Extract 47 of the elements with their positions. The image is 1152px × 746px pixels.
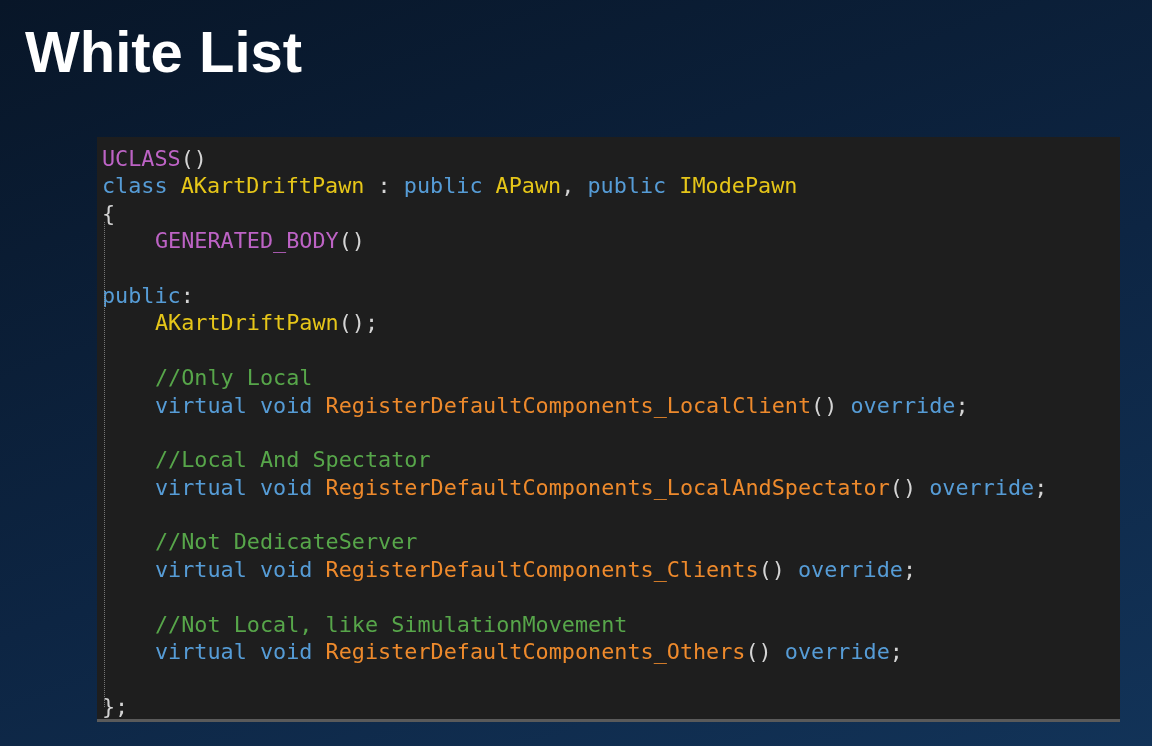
code-token: void xyxy=(258,638,313,666)
code-token: class xyxy=(102,172,168,200)
code-token: { xyxy=(102,199,116,228)
code-token: APawn xyxy=(494,172,562,200)
code-token: () xyxy=(180,145,207,173)
code-token: public xyxy=(402,172,483,200)
code-token: (); xyxy=(338,309,379,337)
code-token: () xyxy=(338,227,365,255)
code-token: void xyxy=(258,555,313,584)
code-token: , xyxy=(561,172,575,200)
code-token: () xyxy=(811,391,838,419)
code-token: }; xyxy=(102,692,129,721)
code-token: GENERATED_BODY xyxy=(155,227,339,255)
code-token: RegisterDefaultComponents_Clients xyxy=(324,555,759,584)
code-token: //Not Local, like SimulationMovement xyxy=(155,610,628,639)
code-token: //Local And Spectator xyxy=(155,446,431,474)
code-token: //Not DedicateServer xyxy=(155,528,418,556)
code-token: override xyxy=(928,473,1035,502)
code-token: ; xyxy=(955,391,969,419)
code-token: ; xyxy=(902,555,917,584)
code-token: public xyxy=(102,281,181,310)
code-token: AKartDriftPawn xyxy=(155,309,339,337)
code-token: UCLASS xyxy=(102,145,181,173)
code-token: () xyxy=(758,555,785,584)
code-token: RegisterDefaultComponents_Others xyxy=(324,638,746,666)
code-token: : xyxy=(180,281,194,310)
code-token: virtual xyxy=(155,473,247,502)
code-token: AKartDriftPawn xyxy=(179,172,365,200)
code-token: () xyxy=(889,473,917,502)
code-token: override xyxy=(796,555,903,584)
code-token: public xyxy=(586,172,667,200)
code-token: //Only Local xyxy=(155,364,313,392)
code-token: ; xyxy=(1034,473,1048,502)
code-token: RegisterDefaultComponents_LocalAndSpectator xyxy=(324,473,890,502)
code-token: virtual xyxy=(155,391,247,419)
code-token: IModePawn xyxy=(678,172,798,200)
code-token: void xyxy=(258,391,313,419)
code-token: virtual xyxy=(155,638,247,666)
code-token: override xyxy=(783,638,890,666)
code-token: RegisterDefaultComponents_LocalClient xyxy=(324,391,812,419)
code-token: ; xyxy=(889,638,903,666)
code-token: : xyxy=(376,172,391,200)
code-token: virtual xyxy=(155,555,247,584)
slide-title: White List xyxy=(25,18,303,86)
code-token: () xyxy=(745,638,772,666)
code-token: override xyxy=(849,391,956,419)
code-token: void xyxy=(258,473,313,502)
